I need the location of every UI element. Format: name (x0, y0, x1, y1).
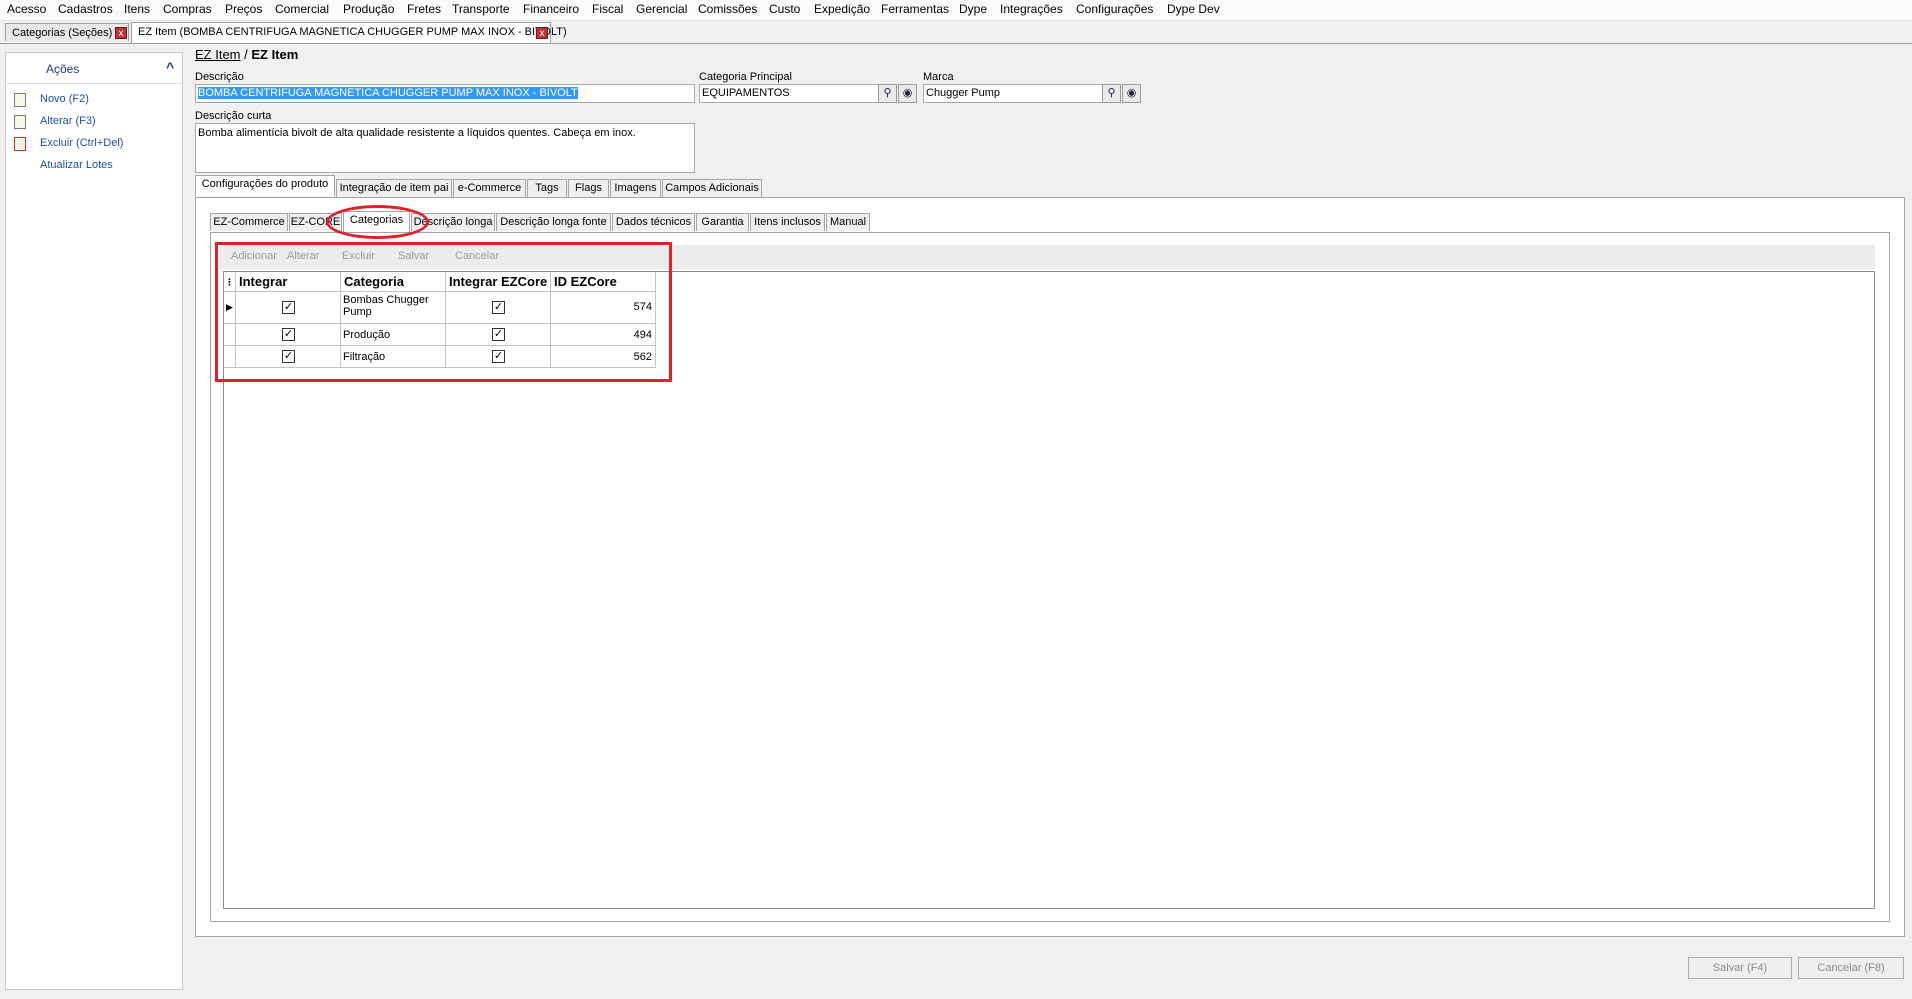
chevron-up-icon[interactable]: ^ (166, 59, 174, 75)
menu-acesso[interactable]: Acesso (7, 2, 46, 16)
tab-imagens[interactable]: Imagens (610, 179, 661, 197)
tab-tags[interactable]: Tags (527, 179, 567, 197)
categoria-principal-field[interactable]: EQUIPAMENTOS (699, 84, 879, 103)
binoculars-icon[interactable]: ◉ (898, 84, 917, 103)
actions-sidebar: Ações ^ Novo (F2) Alterar (F3) Excluir (… (5, 52, 183, 990)
tab-campos-adicionais[interactable]: Campos Adicionais (662, 179, 762, 197)
close-icon[interactable]: x (115, 27, 127, 39)
menu-expedicao[interactable]: Expedição (814, 2, 870, 16)
doc-tab-categorias[interactable]: Categorias (Seções) x (5, 23, 129, 41)
tab-ez-commerce[interactable]: EZ-Commerce (210, 213, 288, 231)
tab-descricao-longa-fonte[interactable]: Descrição longa fonte (496, 213, 611, 231)
highlight-oval-annotation (326, 205, 429, 239)
tab-manual[interactable]: Manual (826, 213, 870, 231)
categoria-principal-value: EQUIPAMENTOS (702, 87, 790, 99)
close-icon[interactable]: x (536, 27, 548, 39)
menu-dype[interactable]: Dype (959, 2, 987, 16)
menu-producao[interactable]: Produção (343, 2, 394, 16)
delete-document-icon (14, 137, 26, 151)
actions-title: Ações (46, 62, 80, 76)
menu-configuracoes[interactable]: Configurações (1076, 2, 1153, 16)
breadcrumb-link[interactable]: EZ Item (195, 47, 241, 62)
tab-garantia[interactable]: Garantia (696, 213, 749, 231)
action-label: Excluir (Ctrl+Del) (40, 137, 124, 149)
descricao-curta-label: Descrição curta (195, 110, 272, 122)
edit-document-icon (14, 115, 26, 129)
menu-ferramentas[interactable]: Ferramentas (881, 2, 949, 16)
tab-integracao-item-pai[interactable]: Integração de item pai (336, 179, 452, 197)
menu-precos[interactable]: Preços (225, 2, 262, 16)
new-document-icon (14, 93, 26, 107)
tab-configuracoes-produto[interactable]: Configurações do produto (195, 175, 335, 196)
doc-tab-label: EZ Item (BOMBA CENTRIFUGA MAGNETICA CHUG… (138, 26, 567, 38)
breadcrumb-separator: / (244, 47, 248, 62)
search-icon[interactable]: ⚲ (878, 84, 897, 103)
marca-label: Marca (923, 71, 954, 83)
cancel-button[interactable]: Cancelar (F8) (1798, 957, 1904, 979)
menu-fretes[interactable]: Fretes (407, 2, 441, 16)
menu-gerencial[interactable]: Gerencial (636, 2, 687, 16)
highlight-box-annotation (215, 242, 672, 382)
menu-bar: Acesso Cadastros Itens Compras Preços Co… (0, 0, 1912, 21)
search-icon[interactable]: ⚲ (1102, 84, 1121, 103)
doc-tab-label: Categorias (Seções) (12, 27, 113, 39)
document-tabs: Categorias (Seções) x EZ Item (BOMBA CEN… (0, 21, 1912, 44)
menu-custo[interactable]: Custo (769, 2, 800, 16)
breadcrumb: EZ Item / EZ Item (195, 47, 298, 62)
menu-comissoes[interactable]: Comissões (698, 2, 757, 16)
tab-flags[interactable]: Flags (568, 179, 609, 197)
binoculars-icon[interactable]: ◉ (1122, 84, 1141, 103)
menu-comercial[interactable]: Comercial (275, 2, 329, 16)
menu-dype-dev[interactable]: Dype Dev (1167, 2, 1220, 16)
tab-ecommerce[interactable]: e-Commerce (453, 179, 526, 197)
menu-cadastros[interactable]: Cadastros (58, 2, 113, 16)
tab-itens-inclusos[interactable]: Itens inclusos (750, 213, 825, 231)
marca-value: Chugger Pump (926, 87, 1000, 99)
actions-header[interactable]: Ações ^ (6, 53, 182, 84)
descricao-label: Descrição (195, 71, 244, 83)
categoria-principal-label: Categoria Principal (699, 71, 792, 83)
marca-field[interactable]: Chugger Pump (923, 84, 1103, 103)
descricao-value: BOMBA CENTRIFUGA MAGNETICA CHUGGER PUMP … (198, 87, 578, 99)
page-title: EZ Item (251, 47, 299, 62)
menu-fiscal[interactable]: Fiscal (592, 2, 623, 16)
action-label: Novo (F2) (40, 93, 89, 105)
doc-tab-ez-item[interactable]: EZ Item (BOMBA CENTRIFUGA MAGNETICA CHUG… (131, 22, 567, 43)
descricao-curta-field[interactable]: Bomba alimentícia bivolt de alta qualida… (195, 123, 695, 173)
menu-integracoes[interactable]: Integrações (1000, 2, 1063, 16)
action-label: Atualizar Lotes (40, 159, 113, 171)
menu-transporte[interactable]: Transporte (452, 2, 510, 16)
descricao-field[interactable]: BOMBA CENTRIFUGA MAGNETICA CHUGGER PUMP … (195, 84, 695, 103)
save-button[interactable]: Salvar (F4) (1688, 957, 1792, 979)
menu-compras[interactable]: Compras (163, 2, 212, 16)
menu-itens[interactable]: Itens (124, 2, 150, 16)
tab-dados-tecnicos[interactable]: Dados técnicos (612, 213, 695, 231)
menu-financeiro[interactable]: Financeiro (523, 2, 579, 16)
action-label: Alterar (F3) (40, 115, 96, 127)
